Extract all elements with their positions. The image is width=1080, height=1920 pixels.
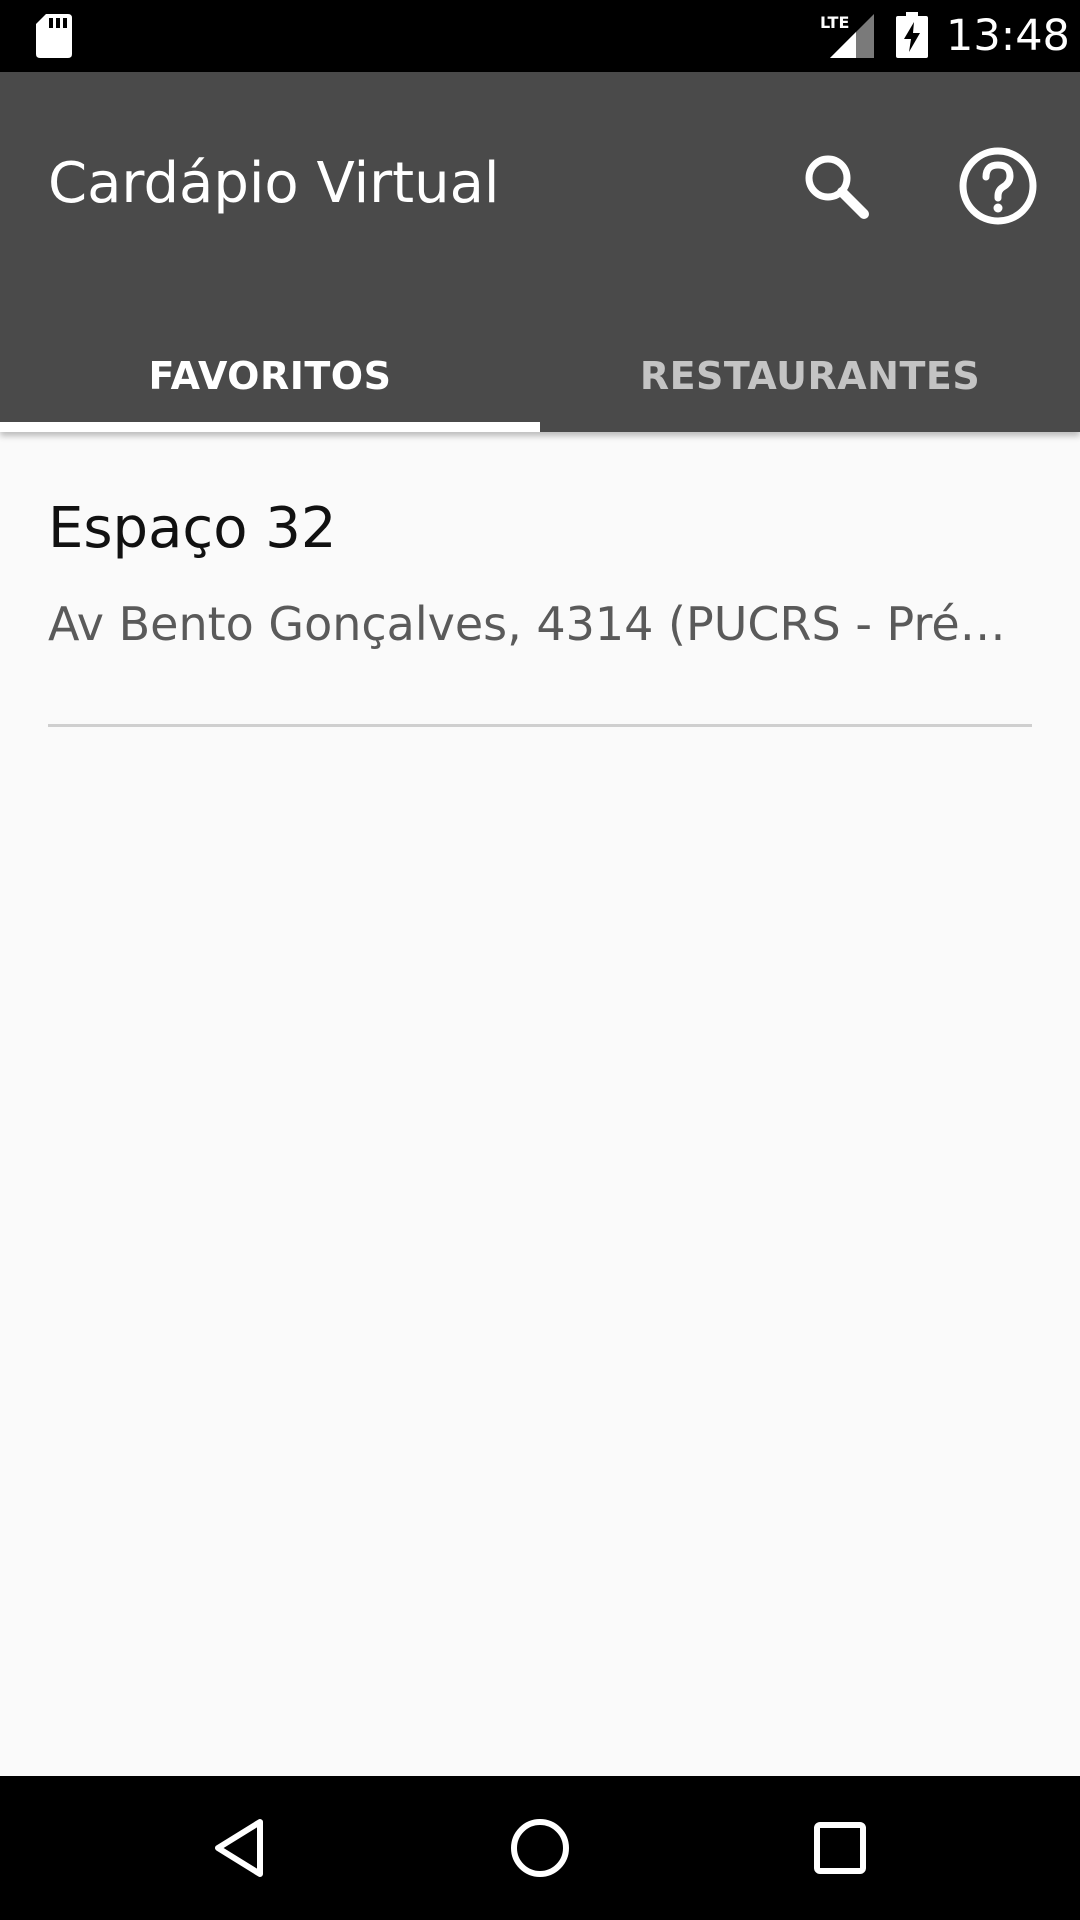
search-icon xyxy=(805,155,869,219)
search-button[interactable] xyxy=(780,130,892,242)
list-item[interactable]: Espaço 32 Av Bento Gonçalves, 4314 (PUCR… xyxy=(0,432,1080,728)
app-title: Cardápio Virtual xyxy=(48,151,500,216)
status-clock: 13:48 xyxy=(946,11,1070,61)
tab-restaurantes[interactable]: RESTAURANTES xyxy=(540,320,1080,432)
recents-button[interactable] xyxy=(790,1798,890,1898)
tab-indicator xyxy=(0,422,540,432)
back-button[interactable] xyxy=(190,1798,290,1898)
restaurant-address: Av Bento Gonçalves, 4314 (PUCRS - Prédio xyxy=(48,597,1024,651)
sd-card-icon xyxy=(36,14,72,58)
status-bar: LTE 13:48 xyxy=(0,0,1080,72)
tab-favoritos[interactable]: FAVORITOS xyxy=(0,320,540,432)
list-divider xyxy=(48,724,1032,727)
tab-favoritos-label: FAVORITOS xyxy=(148,354,392,398)
restaurant-name: Espaço 32 xyxy=(48,496,337,561)
app-bar: Cardápio Virtual FAVORITOS RESTAURANTES xyxy=(0,72,1080,432)
help-button[interactable] xyxy=(942,130,1054,242)
navigation-bar xyxy=(0,1776,1080,1920)
back-icon xyxy=(215,1819,263,1877)
svg-text:LTE: LTE xyxy=(820,13,849,32)
help-icon xyxy=(959,147,1037,225)
home-button[interactable] xyxy=(490,1798,590,1898)
home-icon xyxy=(511,1819,569,1877)
tab-restaurantes-label: RESTAURANTES xyxy=(639,354,981,398)
tab-bar: FAVORITOS RESTAURANTES xyxy=(0,320,1080,432)
battery-charging-icon xyxy=(896,12,928,58)
lte-signal-icon: LTE xyxy=(820,13,874,58)
recents-icon xyxy=(814,1822,866,1874)
